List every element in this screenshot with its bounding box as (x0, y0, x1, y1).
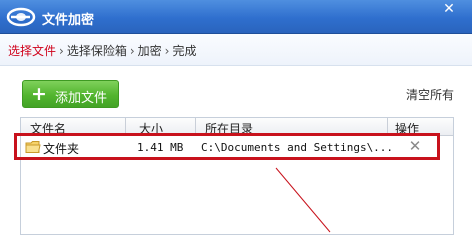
table-header: 文件名 大小 所在目录 操作 (21, 118, 453, 136)
step-select-vault: 选择保险箱 (66, 44, 127, 58)
add-file-label: 添加文件 (55, 91, 108, 106)
column-header-name[interactable]: 文件名 (30, 120, 66, 137)
column-divider[interactable] (195, 118, 196, 136)
add-file-button[interactable]: + 添加文件 (22, 80, 119, 108)
column-divider[interactable] (125, 118, 126, 136)
file-name: 文件夹 (43, 142, 80, 156)
step-encrypt: 加密 (137, 44, 162, 58)
table-row[interactable]: 文件夹 1.41 MB C:\Documents and Settings\..… (21, 136, 453, 158)
plus-icon: + (31, 83, 47, 105)
step-separator: › (164, 44, 170, 58)
column-header-action: 操作 (395, 122, 420, 136)
file-table: 文件名 大小 所在目录 操作 文件夹 1.41 MB C:\Documents … (20, 117, 454, 235)
column-divider[interactable] (387, 118, 388, 136)
step-separator: › (59, 44, 64, 58)
clear-all-link[interactable]: 清空所有 (406, 86, 454, 103)
delete-icon[interactable]: ✕ (407, 138, 423, 154)
folder-icon (25, 141, 41, 153)
step-separator: › (129, 44, 135, 58)
column-header-size[interactable]: 大小 (139, 120, 163, 137)
title-bar: 文件加密 ✕ (0, 0, 472, 34)
window-title: 文件加密 (42, 13, 95, 28)
app-logo-icon (6, 7, 36, 27)
file-size: 1.41 MB (137, 141, 184, 154)
step-done: 完成 (172, 44, 197, 58)
step-breadcrumb: 选择文件 › 选择保险箱 › 加密 › 完成 (0, 34, 472, 66)
file-directory: C:\Documents and Settings\... (201, 141, 394, 154)
column-header-directory[interactable]: 所在目录 (205, 120, 253, 137)
step-select-file: 选择文件 (8, 44, 57, 58)
close-button[interactable]: ✕ (436, 2, 462, 16)
